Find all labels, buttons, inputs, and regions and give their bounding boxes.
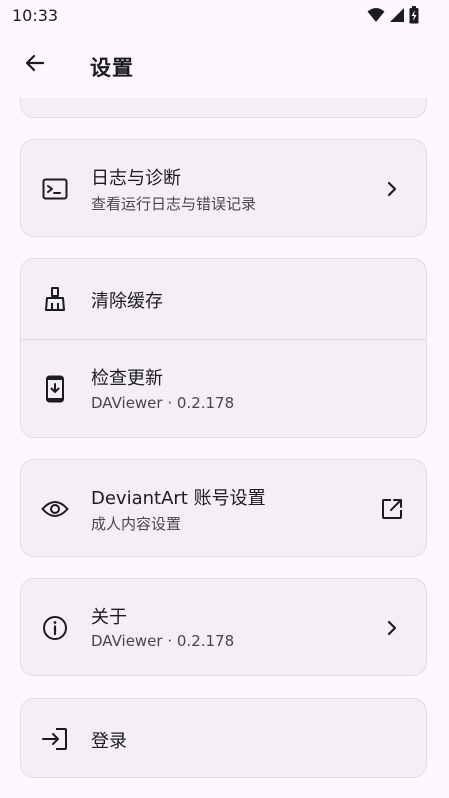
- wifi-icon: [367, 8, 385, 22]
- deviantart-title: DeviantArt 账号设置: [91, 488, 266, 509]
- phone-download-icon: [41, 375, 69, 403]
- login-card: 登录: [20, 698, 427, 778]
- status-icons: [367, 6, 419, 24]
- app-bar: 设置: [0, 32, 449, 98]
- status-bar: 10:33: [0, 0, 449, 32]
- open-external-icon: [378, 495, 406, 523]
- signal-icon: [390, 8, 404, 22]
- maintenance-card: 清除缓存 检查更新 DAViewer · 0.2.178: [20, 258, 427, 438]
- about-card: 关于 DAViewer · 0.2.178: [20, 578, 427, 676]
- chevron-right-icon: [378, 614, 406, 642]
- info-icon: [41, 614, 69, 642]
- about-subtitle: DAViewer · 0.2.178: [91, 632, 235, 650]
- deviantart-subtitle: 成人内容设置: [91, 515, 182, 533]
- battery-icon: [409, 6, 419, 24]
- terminal-icon: [41, 175, 69, 203]
- deviantart-card: DeviantArt 账号设置 成人内容设置: [20, 459, 427, 557]
- check-update-title: 检查更新: [91, 368, 163, 389]
- logs-title: 日志与诊断: [91, 168, 181, 189]
- about-title: 关于: [91, 607, 127, 628]
- check-update-subtitle: DAViewer · 0.2.178: [91, 394, 235, 412]
- back-button[interactable]: [18, 46, 52, 80]
- login-item[interactable]: 登录: [21, 699, 426, 777]
- logs-item[interactable]: 日志与诊断 查看运行日志与错误记录: [21, 140, 426, 236]
- partial-card: [20, 98, 427, 118]
- clear-cache-item[interactable]: 清除缓存: [21, 259, 426, 339]
- page-title: 设置: [90, 56, 134, 80]
- deviantart-item[interactable]: DeviantArt 账号设置 成人内容设置: [21, 460, 426, 556]
- check-update-item[interactable]: 检查更新 DAViewer · 0.2.178: [21, 340, 426, 437]
- status-time: 10:33: [12, 6, 59, 25]
- settings-list[interactable]: 日志与诊断 查看运行日志与错误记录 清除缓存 检查更新 DAViewer · 0…: [0, 98, 449, 798]
- arrow-left-icon: [25, 54, 45, 72]
- about-item[interactable]: 关于 DAViewer · 0.2.178: [21, 579, 426, 675]
- login-icon: [41, 725, 69, 753]
- login-title: 登录: [91, 731, 127, 752]
- chevron-right-icon: [378, 175, 406, 203]
- clear-cache-title: 清除缓存: [91, 291, 163, 312]
- broom-icon: [41, 285, 69, 313]
- logs-card: 日志与诊断 查看运行日志与错误记录: [20, 139, 427, 237]
- logs-subtitle: 查看运行日志与错误记录: [91, 195, 257, 213]
- eye-icon: [41, 495, 69, 523]
